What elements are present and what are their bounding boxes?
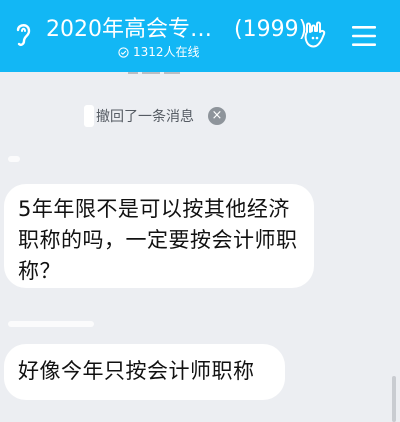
member-count: (1999) <box>234 17 308 42</box>
online-count: 1312人在线 <box>133 45 200 59</box>
message-bubble[interactable]: 5年年限不是可以按其他经济职称的吗，一定要按会计师职称？ <box>4 184 314 288</box>
message-text: 5年年限不是可以按其他经济职称的吗，一定要按会计师职称？ <box>18 197 298 283</box>
ear-icon[interactable] <box>12 20 34 48</box>
message-bubble[interactable]: 好像今年只按会计师职称 <box>4 344 285 400</box>
recall-notice: 撤回了一条消息 × <box>84 104 226 128</box>
sender-name-2 <box>8 321 94 327</box>
recall-text: 撤回了一条消息 <box>96 109 194 125</box>
timestamp-peek <box>128 72 188 76</box>
online-status: 1312人在线 <box>118 44 200 60</box>
sender-name-1 <box>8 156 20 162</box>
check-circle-icon <box>118 46 129 58</box>
message-text: 好像今年只按会计师职称 <box>18 359 255 383</box>
close-icon[interactable]: × <box>208 107 226 125</box>
group-name: 2020年高会专… <box>46 17 212 42</box>
chat-header: 2020年高会专… (1999) 1312人在线 <box>0 0 400 72</box>
scrollbar[interactable] <box>392 376 396 422</box>
hand-gesture-icon[interactable] <box>300 20 330 50</box>
group-title[interactable]: 2020年高会专… (1999) <box>46 15 307 45</box>
recall-sender-avatar <box>84 105 94 127</box>
menu-icon[interactable] <box>352 25 376 47</box>
